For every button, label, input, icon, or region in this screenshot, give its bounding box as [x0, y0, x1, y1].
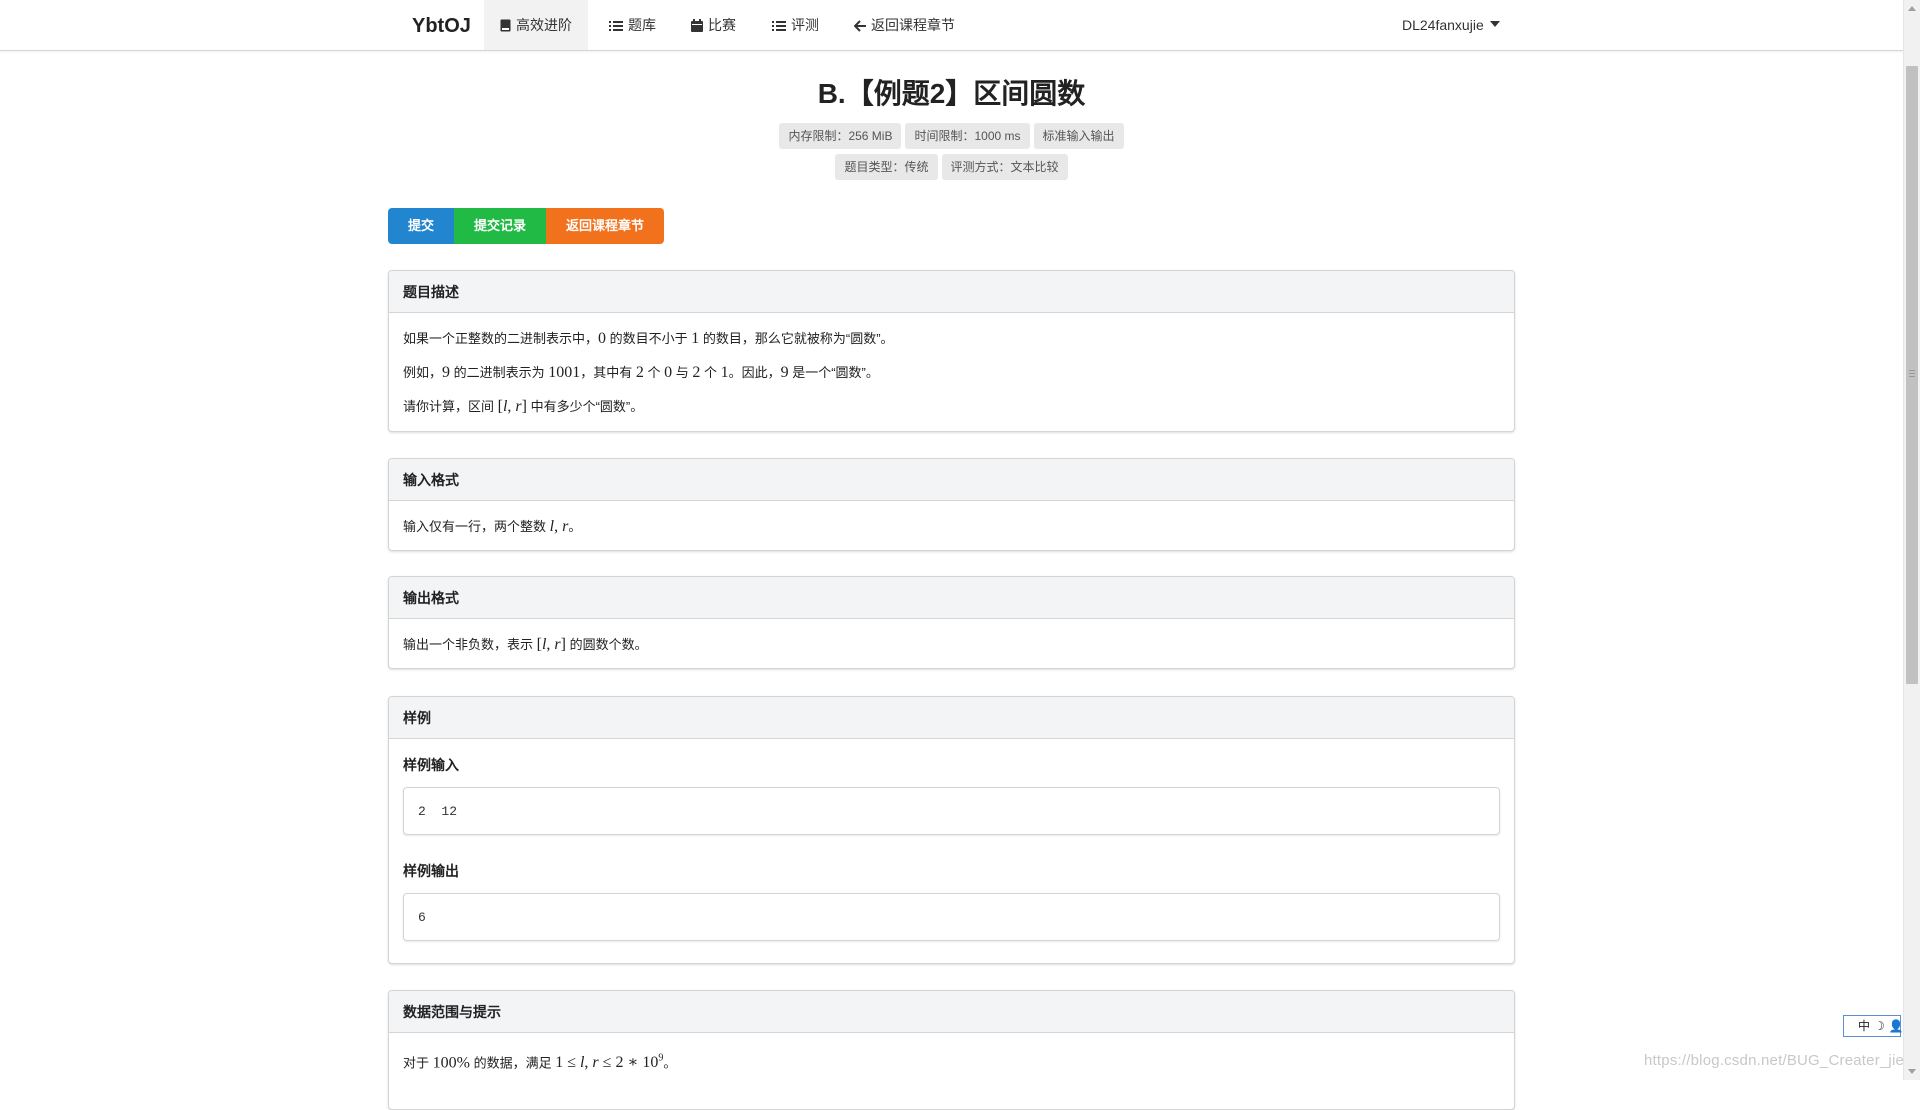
- section-body: 输入仅有一行，两个整数 l, r。: [389, 501, 1514, 553]
- memory-limit-label: 内存限制：256 MiB: [779, 123, 902, 149]
- constraints-text: 对于 100% 的数据，满足 1 ≤ l, r ≤ 2 ∗ 109。: [403, 1053, 677, 1072]
- submit-button[interactable]: 提交: [388, 208, 455, 244]
- sample-section: 样例 样例输入 2 12 样例输出 6: [388, 696, 1515, 964]
- problem-type-row: 题目类型：传统 评测方式：文本比较: [388, 154, 1515, 180]
- person-icon[interactable]: 👤: [1889, 1019, 1904, 1033]
- username: DL24fanxujie: [1402, 17, 1484, 33]
- chevron-down-icon: [1489, 21, 1500, 27]
- nav-item-label: 高效进阶: [516, 17, 572, 33]
- section-body: 如果一个正整数的二进制表示中，0 的数目不小于 1 的数目，那么它就被称为“圆数…: [389, 313, 1514, 433]
- back-to-course-button[interactable]: 返回课程章节: [546, 208, 665, 244]
- sample-input-label: 样例输入: [403, 757, 459, 773]
- submission-records-button[interactable]: 提交记录: [454, 208, 547, 244]
- section-header: 输入格式: [389, 459, 1514, 501]
- nav-item-label: 评测: [791, 17, 819, 33]
- section-header: 样例: [389, 697, 1514, 739]
- section-header: 题目描述: [389, 271, 1514, 313]
- description-line: 如果一个正整数的二进制表示中，0 的数目不小于 1 的数目，那么它就被称为“圆数…: [403, 330, 894, 347]
- constraints-section: 数据范围与提示 对于 100% 的数据，满足 1 ≤ l, r ≤ 2 ∗ 10…: [388, 990, 1515, 1110]
- section-body: 输出一个非负数，表示 [l, r] 的圆数个数。: [389, 619, 1514, 671]
- section-body: 样例输入 2 12 样例输出 6: [389, 739, 1514, 950]
- section-body: 对于 100% 的数据，满足 1 ≤ l, r ≤ 2 ∗ 109。: [389, 1033, 1514, 1089]
- scroll-down-arrow-icon[interactable]: [1908, 1069, 1916, 1074]
- top-navbar: YbtOJ 高效进阶 题库 比赛 评测 返回课程章节 DL24fanxujie: [0, 0, 1903, 51]
- list-icon: [609, 21, 623, 31]
- moon-icon[interactable]: ☽: [1874, 1019, 1885, 1033]
- book-icon: [500, 19, 511, 32]
- output-format-section: 输出格式 输出一个非负数，表示 [l, r] 的圆数个数。: [388, 576, 1515, 669]
- nav-item-label: 比赛: [708, 17, 736, 33]
- arrow-left-icon: [853, 20, 866, 32]
- judge-method-label: 评测方式：文本比较: [941, 154, 1068, 180]
- problem-limits-row: 内存限制：256 MiB 时间限制：1000 ms 标准输入输出: [388, 123, 1515, 149]
- nav-item-contest[interactable]: 比赛: [675, 0, 752, 50]
- calendar-icon: [691, 19, 703, 32]
- tasks-icon: [772, 21, 786, 31]
- input-format-text: 输入仅有一行，两个整数 l, r。: [403, 518, 582, 535]
- description-section: 题目描述 如果一个正整数的二进制表示中，0 的数目不小于 1 的数目，那么它就被…: [388, 270, 1515, 432]
- action-button-group: 提交 提交记录 返回课程章节: [388, 208, 665, 244]
- nav-item-label: 返回课程章节: [871, 17, 955, 33]
- time-limit-label: 时间限制：1000 ms: [905, 123, 1030, 149]
- output-format-text: 输出一个非负数，表示 [l, r] 的圆数个数。: [403, 636, 648, 653]
- ime-language-indicator[interactable]: 中: [1858, 1019, 1870, 1033]
- brand-logo[interactable]: YbtOJ: [412, 0, 471, 50]
- nav-item-advanced[interactable]: 高效进阶: [484, 0, 588, 50]
- input-format-section: 输入格式 输入仅有一行，两个整数 l, r。: [388, 458, 1515, 551]
- section-header: 输出格式: [389, 577, 1514, 619]
- problem-title: B.【例题2】区间圆数: [817, 78, 1086, 109]
- nav-item-label: 题库: [628, 17, 656, 33]
- description-line: 例如，9 的二进制表示为 1001，其中有 2 个 0 与 2 个 1。因此，9…: [403, 364, 879, 381]
- ime-toolbar[interactable]: 中 ☽ 👤: [1843, 1015, 1904, 1037]
- user-dropdown[interactable]: DL24fanxujie: [1402, 0, 1500, 50]
- description-line: 请你计算，区间 [l, r] 中有多少个“圆数”。: [403, 398, 644, 415]
- watermark-text: https://blog.csdn.net/BUG_Creater_jie: [1644, 1052, 1905, 1069]
- page-scrollbar[interactable]: [1903, 0, 1920, 1080]
- nav-item-back-course[interactable]: 返回课程章节: [838, 0, 971, 50]
- section-header: 数据范围与提示: [389, 991, 1514, 1033]
- sample-output-box[interactable]: 6: [403, 893, 1500, 941]
- nav-item-problemset[interactable]: 题库: [593, 0, 672, 50]
- io-type-label: 标准输入输出: [1033, 123, 1124, 149]
- problem-type-label: 题目类型：传统: [835, 154, 938, 180]
- scroll-grip-line: [1909, 373, 1915, 374]
- scrollbar-thumb[interactable]: [1906, 66, 1918, 684]
- nav-item-judge[interactable]: 评测: [756, 0, 835, 50]
- scroll-up-arrow-icon[interactable]: [1908, 6, 1916, 11]
- scroll-grip-line: [1909, 370, 1915, 371]
- sample-input-box[interactable]: 2 12: [403, 787, 1500, 835]
- sample-output-label: 样例输出: [403, 863, 459, 879]
- scroll-grip-line: [1909, 376, 1915, 377]
